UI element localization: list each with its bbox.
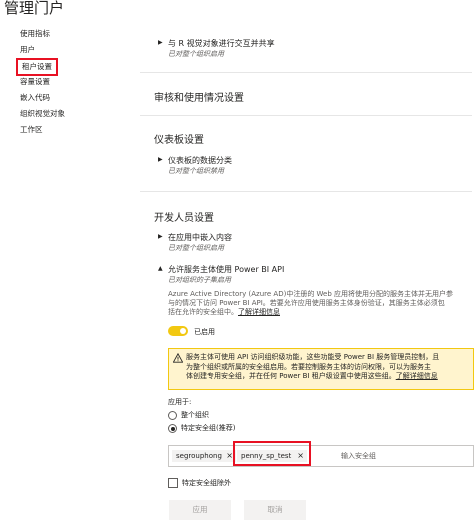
description-line: Azure Active Directory (Azure AD)中注册的 We…: [168, 290, 454, 298]
warning-icon: [173, 353, 183, 363]
page-title: 管理门户: [4, 0, 65, 17]
learn-more-link[interactable]: 了解详细信息: [238, 308, 280, 316]
section-title-audit: 审核和使用情况设置: [154, 93, 244, 104]
remove-tag-icon[interactable]: ×: [226, 450, 233, 462]
exclude-label: 特定安全组除外: [182, 479, 231, 487]
security-group-picker[interactable]: segrouphong × penny_sp_test × 输入安全组: [168, 445, 474, 467]
warning-line: 为整个组织或所属的安全组启用。若要控制服务主体的访问权限，可以为服务主: [186, 362, 431, 371]
toggle-knob: [180, 328, 186, 334]
warning-learn-more-link[interactable]: 了解详细信息: [396, 372, 438, 380]
description-line: 与的情况下访问 Power BI API。若要允许应用使用服务主体身份验证，其服…: [168, 299, 445, 307]
group-tag: segrouphong ×: [172, 450, 236, 462]
expand-arrow-icon[interactable]: ▶: [158, 39, 163, 46]
warning-banner: 服务主体可使用 API 访问组织级功能，这些功能受 Power BI 服务管理员…: [168, 348, 474, 390]
setting-status: 已对整个组织禁用: [168, 167, 224, 175]
section-title-developer: 开发人员设置: [154, 213, 214, 224]
toggle-label: 已启用: [194, 328, 215, 336]
radio-label: 整个组织: [181, 411, 209, 419]
description-line: 括在允许的安全组中。: [168, 308, 238, 316]
warning-line: 体创建专用安全组，并在任何 Power BI 租户级设置中使用这些组。: [186, 372, 396, 380]
apply-to-label: 应用于:: [168, 398, 192, 406]
collapse-arrow-icon[interactable]: ▲: [158, 265, 163, 272]
divider: [140, 191, 472, 192]
group-tag-label: segrouphong: [176, 452, 222, 460]
highlight-box: [233, 441, 311, 466]
radio-button[interactable]: [168, 424, 177, 433]
setting-status: 已对整个组织启用: [168, 244, 224, 252]
sidebar-item-workspaces[interactable]: 工作区: [20, 124, 43, 135]
radio-button[interactable]: [168, 411, 177, 420]
setting-name: 仪表板的数据分类: [168, 156, 232, 165]
divider: [140, 115, 472, 116]
divider: [140, 72, 472, 73]
setting-status: 已对组织的子集启用: [168, 276, 231, 284]
sidebar-item-users[interactable]: 用户: [20, 44, 35, 55]
setting-name: 允许服务主体使用 Power BI API: [168, 265, 285, 274]
warning-text: 服务主体可使用 API 访问组织级功能，这些功能受 Power BI 服务管理员…: [186, 353, 470, 382]
expand-arrow-icon[interactable]: ▶: [158, 233, 163, 240]
setting-status: 已对整个组织启用: [168, 50, 224, 58]
sidebar-item-embed-codes[interactable]: 嵌入代码: [20, 92, 50, 103]
radio-label: 特定安全组(推荐): [181, 424, 236, 432]
expand-arrow-icon[interactable]: ▶: [158, 156, 163, 163]
sidebar-item-capacity-settings[interactable]: 容量设置: [20, 76, 50, 87]
enable-toggle[interactable]: [168, 326, 188, 336]
sidebar-item-tenant-settings[interactable]: 租户设置: [16, 58, 58, 76]
apply-button[interactable]: 应用: [169, 500, 231, 520]
setting-name: 在应用中嵌入内容: [168, 233, 232, 242]
setting-description: Azure Active Directory (Azure AD)中注册的 We…: [168, 290, 458, 317]
exclude-checkbox[interactable]: [168, 478, 178, 488]
setting-name: 与 R 视觉对象进行交互并共享: [168, 39, 275, 48]
cancel-button[interactable]: 取消: [244, 500, 306, 520]
warning-line: 服务主体可使用 API 访问组织级功能，这些功能受 Power BI 服务管理员…: [186, 353, 440, 361]
group-search-input[interactable]: 输入安全组: [341, 450, 376, 462]
sidebar-item-org-visuals[interactable]: 组织视觉对象: [20, 108, 65, 119]
section-title-dashboard: 仪表板设置: [154, 135, 204, 146]
sidebar-item-usage-metrics[interactable]: 使用指标: [20, 28, 50, 39]
